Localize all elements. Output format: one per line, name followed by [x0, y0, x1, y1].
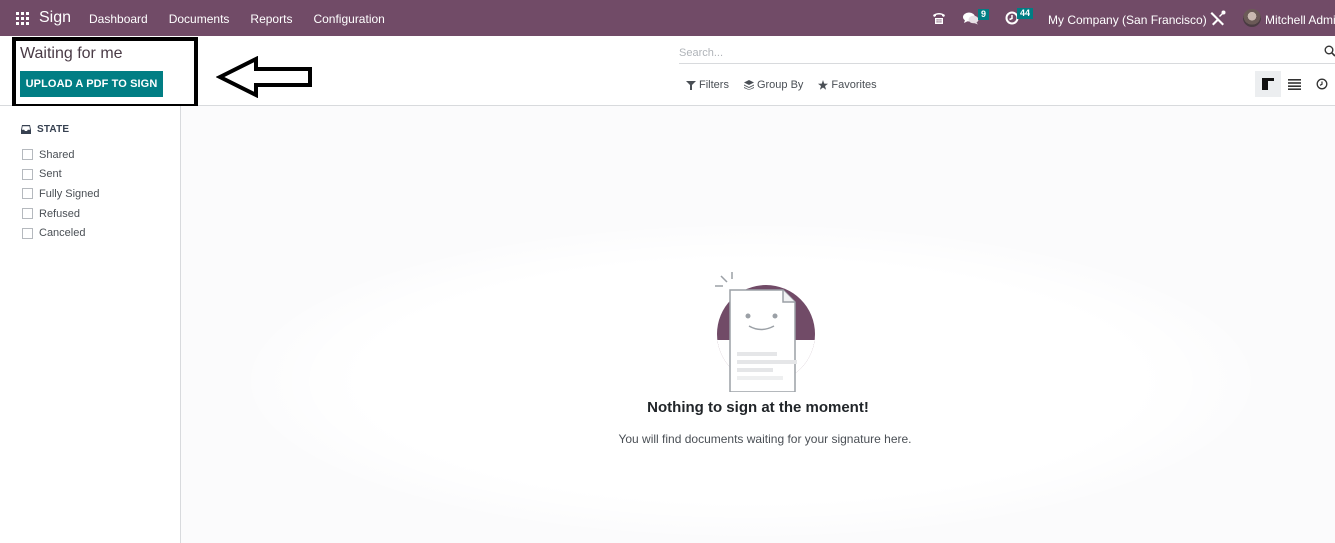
state-filter-list: Shared Sent Fully Signed Refused Cancele…	[22, 145, 100, 243]
layers-icon	[743, 80, 754, 90]
activities-badge: 44	[1017, 8, 1034, 19]
chat-icon[interactable]	[963, 11, 979, 25]
filters-toggle[interactable]: Filters	[686, 79, 729, 91]
tools-icon[interactable]	[1209, 10, 1226, 27]
state-label: Canceled	[39, 227, 86, 240]
search-panel: STATE Shared Sent Fully Signed Refused C…	[0, 106, 181, 543]
kanban-view-button[interactable]	[1255, 71, 1281, 97]
checkbox[interactable]	[22, 227, 33, 239]
menu-reports[interactable]: Reports	[250, 12, 292, 26]
phone-icon[interactable]	[932, 11, 946, 25]
state-section-header: STATE	[21, 124, 69, 135]
messages-badge: 9	[978, 9, 990, 20]
search-options: Filters Group By Favorites	[686, 79, 877, 91]
checkbox[interactable]	[22, 149, 33, 161]
checkbox[interactable]	[22, 168, 33, 180]
inbox-icon	[21, 125, 31, 134]
state-label: Fully Signed	[39, 187, 100, 200]
favorites-toggle[interactable]: Favorites	[818, 79, 877, 91]
search-icon[interactable]	[1324, 45, 1335, 57]
menu-dashboard[interactable]: Dashboard	[89, 12, 148, 26]
top-navbar: Sign Dashboard Documents Reports Configu…	[0, 0, 1335, 36]
checkbox[interactable]	[22, 208, 33, 220]
kanban-icon	[1262, 78, 1274, 90]
empty-state-subtitle: You will find documents waiting for your…	[618, 432, 912, 446]
state-label: Shared	[39, 148, 75, 161]
kanban-content-area: Nothing to sign at the moment! You will …	[181, 106, 1335, 543]
checkbox[interactable]	[22, 188, 33, 200]
state-filter-refused[interactable]: Refused	[22, 204, 100, 224]
activity-view-icon[interactable]	[1316, 78, 1328, 90]
search-input[interactable]	[679, 44, 1309, 62]
state-label: Sent	[39, 168, 62, 181]
user-menu[interactable]: Mitchell Admin	[1265, 13, 1335, 27]
control-panel: Waiting for me UPLOAD A PDF TO SIGN Filt…	[0, 36, 1335, 108]
state-filter-fully-signed[interactable]: Fully Signed	[22, 184, 100, 204]
star-icon	[818, 80, 829, 90]
state-section-title: STATE	[37, 124, 70, 135]
menu-configuration[interactable]: Configuration	[313, 12, 384, 26]
user-avatar[interactable]	[1243, 9, 1261, 27]
smiling-document-icon	[715, 272, 815, 392]
state-filter-shared[interactable]: Shared	[22, 145, 100, 165]
state-filter-sent[interactable]: Sent	[22, 165, 100, 185]
search-bar	[679, 42, 1335, 64]
group-by-toggle[interactable]: Group By	[743, 79, 804, 91]
annotation-highlight-box	[12, 37, 198, 108]
empty-state-title: Nothing to sign at the moment!	[647, 399, 869, 416]
list-view-icon[interactable]	[1288, 78, 1301, 90]
group-by-label: Group By	[756, 79, 804, 91]
apps-grid-icon[interactable]	[16, 12, 29, 25]
annotation-arrow-icon	[216, 56, 312, 98]
filters-label: Filters	[699, 79, 729, 91]
company-switcher[interactable]: My Company (San Francisco)	[1048, 13, 1207, 27]
app-name[interactable]: Sign	[39, 9, 71, 27]
state-label: Refused	[39, 207, 80, 220]
main-menu: Dashboard Documents Reports Configuratio…	[89, 12, 385, 26]
favorites-label: Favorites	[831, 79, 877, 91]
state-filter-canceled[interactable]: Canceled	[22, 223, 100, 243]
filter-icon	[686, 81, 696, 90]
menu-documents[interactable]: Documents	[169, 12, 230, 26]
